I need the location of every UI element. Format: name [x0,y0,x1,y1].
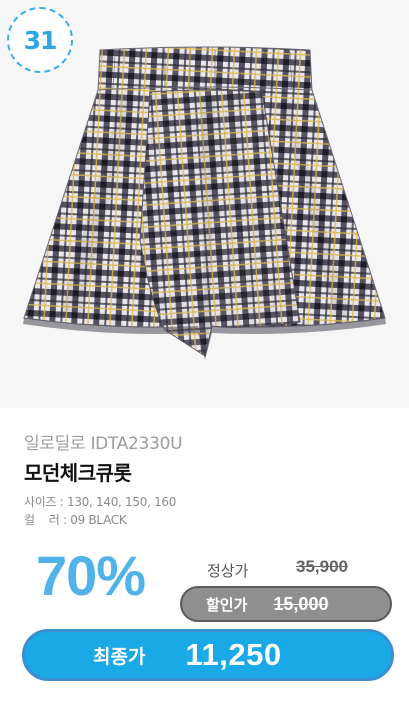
product-name: 모던체크큐롯 [24,461,132,485]
final-price-label: 최종가 [93,645,146,668]
regular-price: 35,900 [296,557,348,576]
discount-percent: 70% [36,544,146,607]
product-photo: 31 [0,0,409,408]
color-info: 컬 러 : 09 BLACK [24,513,127,527]
number-badge: 31 [7,7,73,73]
sale-price-label: 할인가 [206,595,248,614]
size-info: 사이즈 : 130, 140, 150, 160 [24,495,177,509]
sale-price-pill: 할인가 15,000 [180,586,392,622]
regular-price-label: 정상가 [207,562,249,580]
brand-code: 일로딜로 IDTA2330U [24,434,183,454]
final-price: 11,250 [185,637,282,672]
badge-number: 31 [23,25,58,55]
sale-price: 15,000 [273,593,329,614]
final-price-bar: 최종가 11,250 [22,629,394,681]
